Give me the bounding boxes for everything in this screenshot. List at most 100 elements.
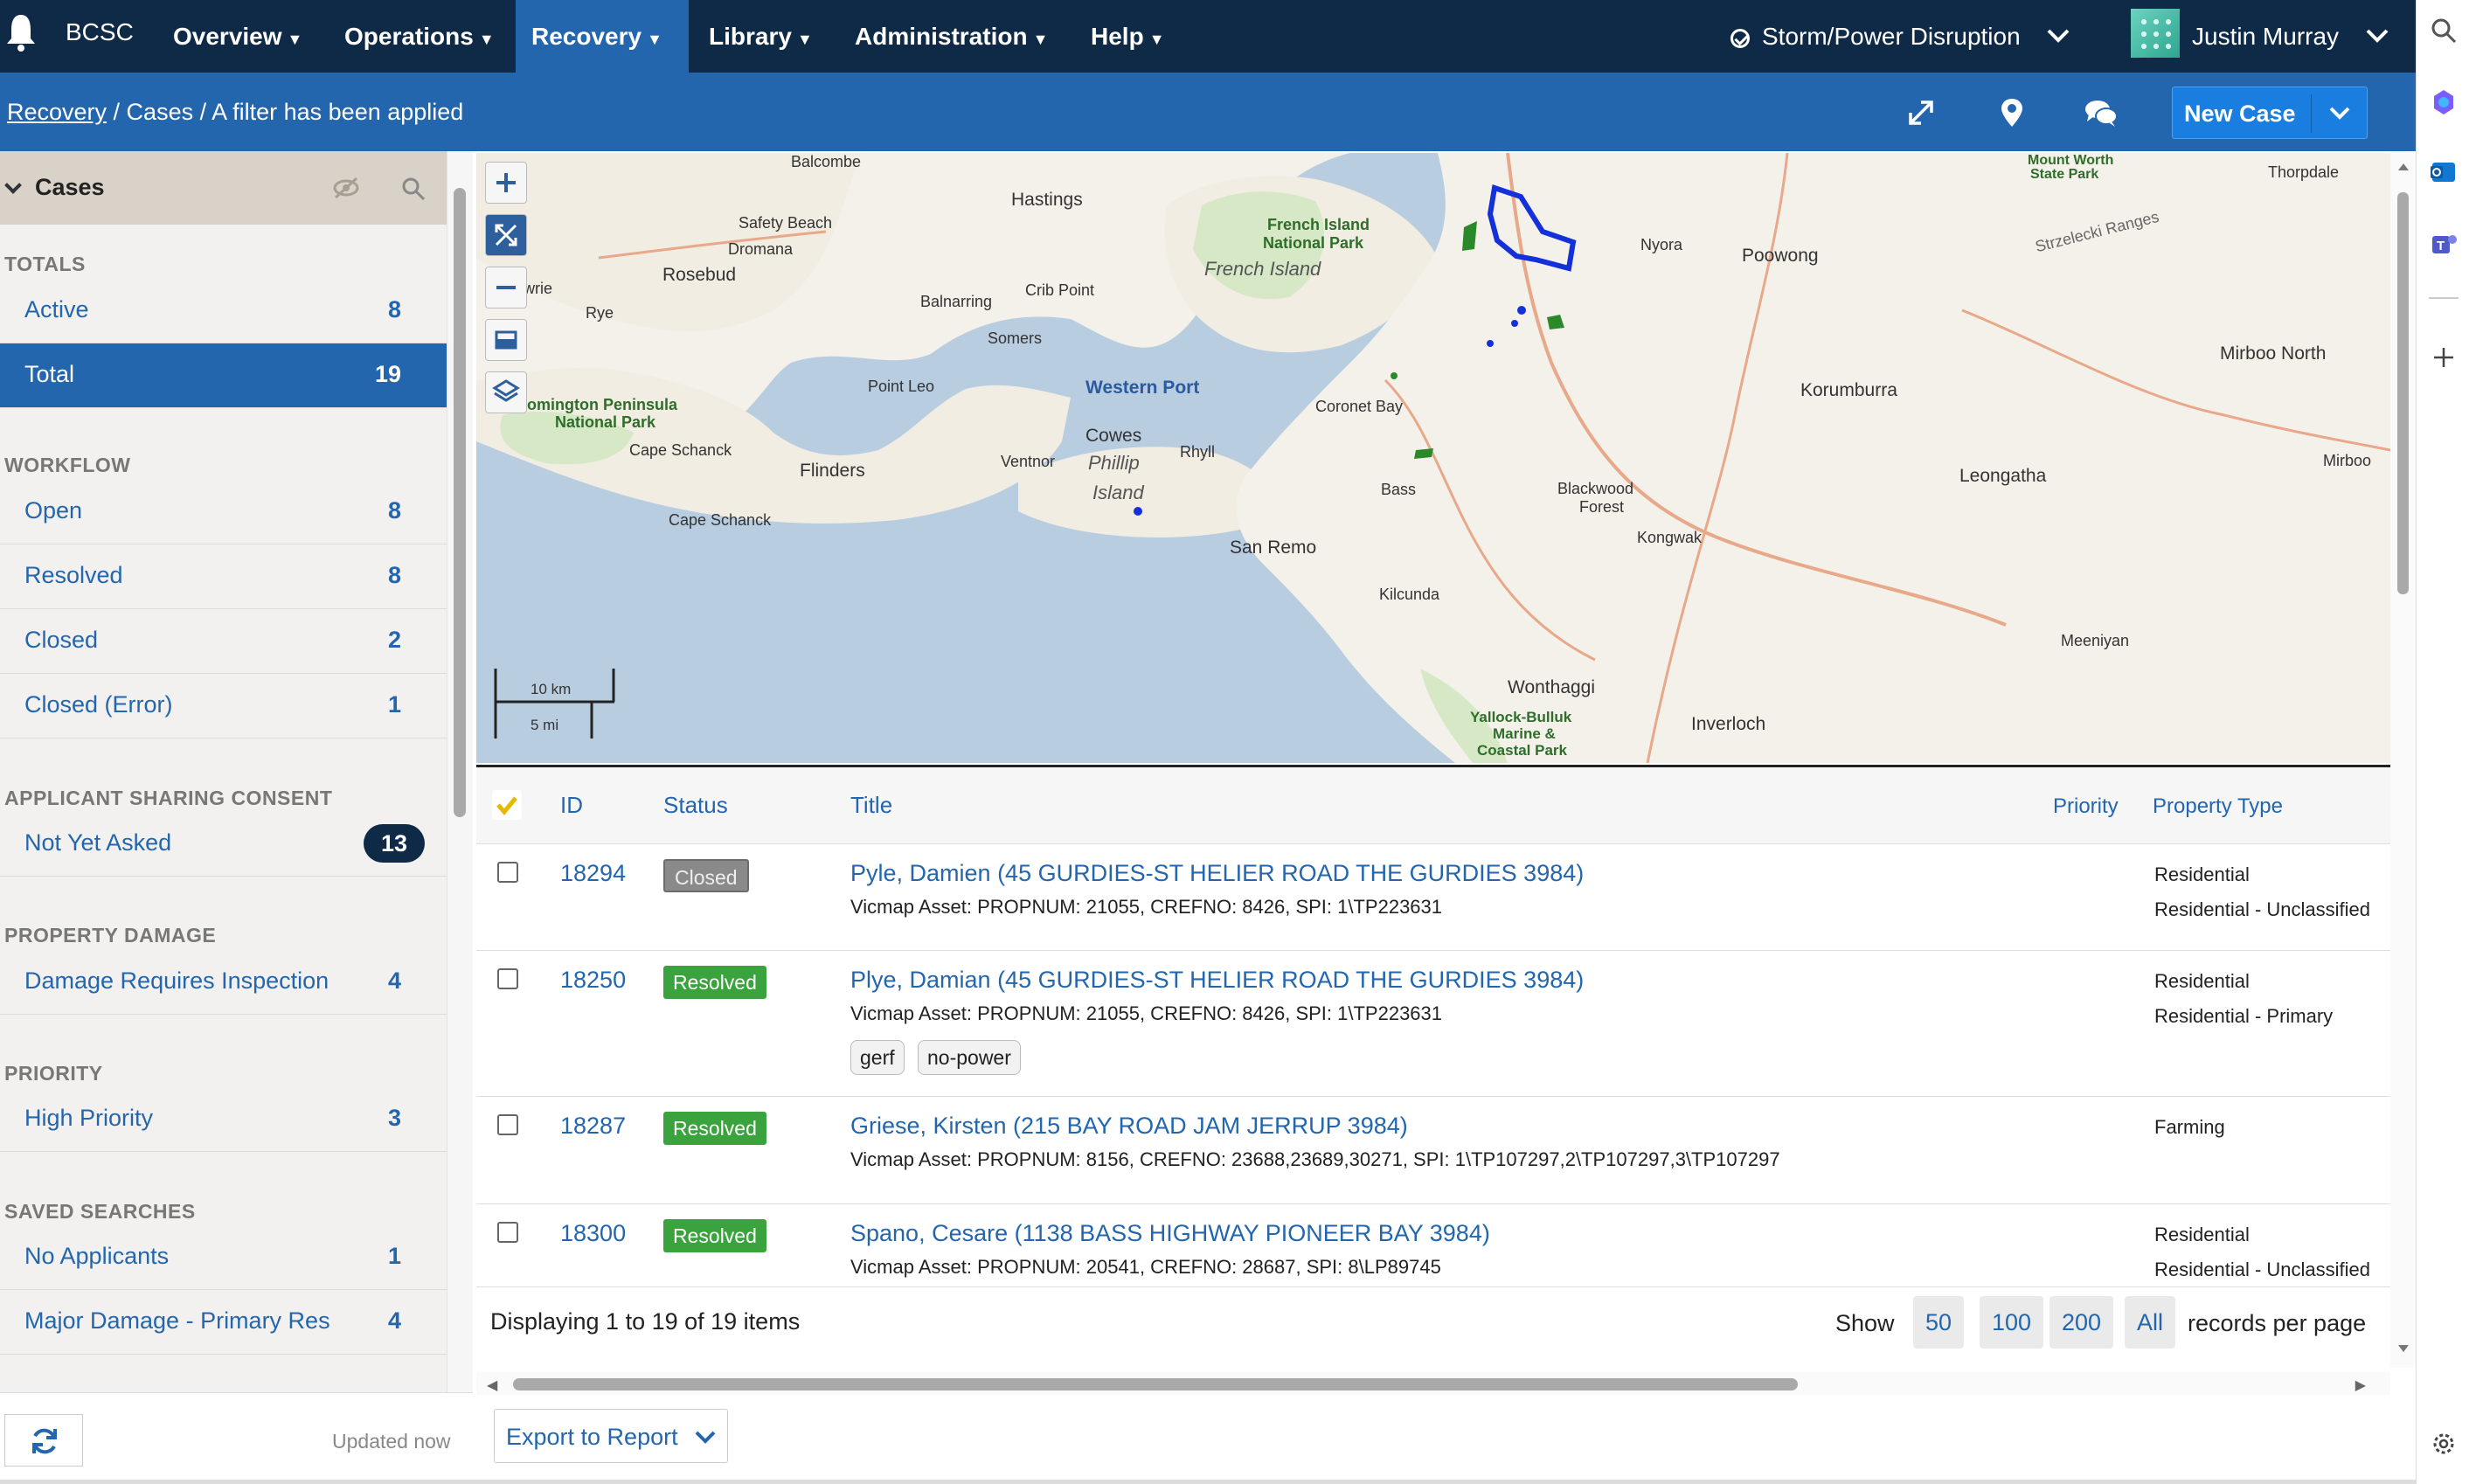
section-totals: TOTALS bbox=[4, 253, 86, 275]
expand-icon[interactable] bbox=[1904, 97, 1938, 128]
chevron-down-icon[interactable] bbox=[2364, 23, 2390, 49]
avatar[interactable] bbox=[2131, 9, 2180, 58]
basemap-button[interactable] bbox=[485, 319, 527, 361]
sidebar-item-high-priority[interactable]: High Priority 3 bbox=[0, 1087, 447, 1152]
row-checkbox[interactable] bbox=[497, 968, 518, 989]
arrow-right-icon[interactable]: ▶ bbox=[2355, 1377, 2366, 1394]
case-marker bbox=[1517, 306, 1526, 315]
nav-operations[interactable]: Operations ▼ bbox=[329, 0, 510, 73]
search-icon[interactable] bbox=[400, 176, 427, 202]
full-extent-button[interactable] bbox=[485, 214, 527, 256]
column-id[interactable]: ID bbox=[560, 792, 583, 819]
sidebar-item-closed[interactable]: Closed 2 bbox=[0, 609, 447, 674]
case-asset: Vicmap Asset: PROPNUM: 21055, CREFNO: 84… bbox=[850, 896, 1443, 918]
select-all-checkbox[interactable] bbox=[492, 790, 522, 820]
breadcrumb-recovery-link[interactable]: Recovery bbox=[7, 99, 107, 125]
case-title-link[interactable]: Pyle, Damien (45 GURDIES-ST HELIER ROAD … bbox=[850, 860, 1584, 887]
case-title-link[interactable]: Griese, Kirsten (215 BAY ROAD JAM JERRUP… bbox=[850, 1113, 1408, 1140]
property-type: Farming bbox=[2154, 1116, 2225, 1138]
zoom-out-button[interactable] bbox=[485, 267, 527, 309]
plus-icon[interactable] bbox=[2429, 343, 2459, 372]
table-row[interactable]: 18250 Resolved Plye, Damian (45 GURDIES-… bbox=[476, 951, 2390, 1097]
column-title[interactable]: Title bbox=[850, 792, 892, 819]
bell-icon[interactable] bbox=[5, 12, 37, 52]
table-row[interactable]: 18294 Closed Pyle, Damien (45 GURDIES-ST… bbox=[476, 844, 2390, 951]
outlook-icon[interactable] bbox=[2429, 157, 2459, 187]
page-size-100[interactable]: 100 bbox=[1980, 1296, 2044, 1349]
page-size-50[interactable]: 50 bbox=[1913, 1296, 1965, 1349]
map-marker-icon[interactable] bbox=[1994, 97, 2029, 128]
chevron-down-icon[interactable] bbox=[2045, 23, 2071, 49]
search-icon[interactable] bbox=[2429, 16, 2459, 45]
case-title-link[interactable]: Plye, Damian (45 GURDIES-ST HELIER ROAD … bbox=[850, 967, 1584, 994]
breadcrumb: Recovery / Cases / A filter has been app… bbox=[7, 99, 463, 126]
comments-icon[interactable] bbox=[2084, 97, 2119, 128]
case-id-link[interactable]: 18250 bbox=[560, 967, 626, 994]
row-checkbox[interactable] bbox=[497, 862, 518, 883]
nav-administration[interactable]: Administration ▼ bbox=[839, 0, 1064, 73]
arrow-up-icon[interactable] bbox=[2397, 162, 2410, 172]
scrollbar-thumb[interactable] bbox=[513, 1378, 1798, 1390]
refresh-button[interactable] bbox=[4, 1414, 83, 1467]
sidebar-item-no-applicants[interactable]: No Applicants 1 bbox=[0, 1225, 447, 1290]
page-size-200[interactable]: 200 bbox=[2049, 1296, 2114, 1349]
tag[interactable]: no-power bbox=[918, 1040, 1021, 1075]
new-case-button[interactable]: New Case bbox=[2172, 87, 2368, 139]
main-scrollbar[interactable] bbox=[2390, 153, 2416, 1368]
scrollbar-thumb[interactable] bbox=[2397, 192, 2409, 594]
row-checkbox[interactable] bbox=[497, 1114, 518, 1135]
map-label: Phillip bbox=[1088, 452, 1140, 474]
zoom-in-button[interactable] bbox=[485, 162, 527, 204]
arrow-left-icon[interactable]: ◀ bbox=[487, 1377, 497, 1394]
sidebar-scrollbar[interactable] bbox=[447, 151, 473, 1392]
chevron-down-icon[interactable] bbox=[2328, 103, 2351, 124]
case-id-link[interactable]: 18300 bbox=[560, 1220, 626, 1247]
layers-button[interactable] bbox=[485, 371, 527, 413]
case-id-link[interactable]: 18294 bbox=[560, 860, 626, 887]
row-checkbox[interactable] bbox=[497, 1222, 518, 1243]
sidebar-item-total[interactable]: Total 19 bbox=[0, 343, 447, 408]
horizontal-scrollbar[interactable]: ◀ ▶ bbox=[476, 1372, 2390, 1395]
column-priority[interactable]: Priority bbox=[2053, 794, 2119, 819]
map-label: Ventnor bbox=[1001, 453, 1056, 470]
peninsula bbox=[476, 153, 861, 331]
column-property-type[interactable]: Property Type bbox=[2153, 794, 2283, 819]
table-row[interactable]: 18300 Resolved Spano, Cesare (1138 BASS … bbox=[476, 1204, 2390, 1287]
arrow-down-icon[interactable] bbox=[2397, 1343, 2410, 1354]
sidebar-item-open[interactable]: Open 8 bbox=[0, 480, 447, 544]
sidebar-item-closed-error[interactable]: Closed (Error) 1 bbox=[0, 674, 447, 739]
nav-overview[interactable]: Overview ▼ bbox=[157, 0, 318, 73]
page-size-all[interactable]: All bbox=[2125, 1296, 2176, 1349]
sidebar-item-active[interactable]: Active 8 bbox=[0, 279, 447, 343]
nav-help[interactable]: Help ▼ bbox=[1075, 0, 1181, 73]
chevron-down-icon[interactable] bbox=[4, 177, 22, 194]
case-id-link[interactable]: 18287 bbox=[560, 1113, 626, 1140]
eye-slash-icon[interactable] bbox=[332, 176, 360, 200]
brand-name[interactable]: BCSC bbox=[66, 18, 134, 46]
nav-library[interactable]: Library ▼ bbox=[693, 0, 829, 73]
user-name[interactable]: Justin Murray bbox=[2192, 0, 2339, 73]
sidebar-item-not-yet-asked[interactable]: Not Yet Asked 13 bbox=[0, 812, 447, 877]
sidebar-item-resolved[interactable]: Resolved 8 bbox=[0, 544, 447, 609]
map-label: Mirboo bbox=[2323, 452, 2372, 469]
table-row[interactable]: 18287 Resolved Griese, Kirsten (215 BAY … bbox=[476, 1097, 2390, 1204]
section-priority: PRIORITY bbox=[4, 1062, 103, 1085]
event-selector[interactable]: Storm/Power Disruption bbox=[1730, 0, 2021, 73]
teams-icon[interactable]: T bbox=[2429, 229, 2459, 259]
sidebar-item-damage-inspection[interactable]: Damage Requires Inspection 4 bbox=[0, 950, 447, 1015]
section-damage: PROPERTY DAMAGE bbox=[4, 924, 217, 947]
column-status[interactable]: Status bbox=[663, 792, 728, 819]
nav-recovery[interactable]: Recovery ▼ bbox=[516, 0, 689, 73]
sidebar-item-major-damage[interactable]: Major Damage - Primary Res 4 bbox=[0, 1290, 447, 1355]
map-label: Wonthaggi bbox=[1508, 677, 1596, 697]
sidebar-header[interactable]: Cases bbox=[0, 151, 447, 225]
check-icon bbox=[496, 796, 517, 815]
export-to-report-button[interactable]: Export to Report bbox=[494, 1409, 728, 1463]
case-title-link[interactable]: Spano, Cesare (1138 BASS HIGHWAY PIONEER… bbox=[850, 1220, 1490, 1247]
scale-bar: 10 km 5 mi bbox=[494, 669, 616, 739]
gear-icon[interactable] bbox=[2429, 1429, 2459, 1459]
copilot-icon[interactable] bbox=[2429, 87, 2459, 117]
scrollbar-thumb[interactable] bbox=[454, 188, 466, 817]
tag[interactable]: gerf bbox=[850, 1040, 905, 1075]
map-view[interactable]: Balcombe Hastings Safety Beach Dromana R… bbox=[476, 153, 2390, 763]
